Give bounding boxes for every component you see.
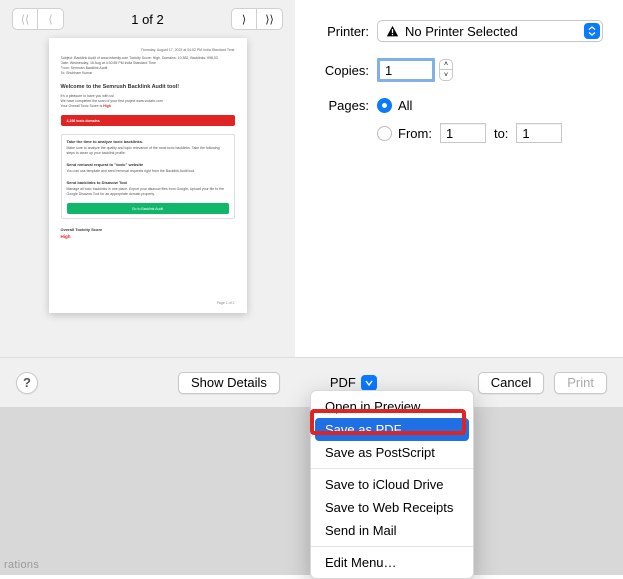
last-page-button[interactable]: ⟩⟩ (257, 8, 283, 30)
copies-label: Copies: (295, 63, 377, 78)
pdf-context-menu: Open in Preview Save as PDF Save as Post… (310, 390, 474, 579)
pages-to-input[interactable] (516, 123, 562, 143)
printer-dropdown[interactable]: No Printer Selected (377, 20, 603, 42)
stepper-down-icon[interactable]: ˅ (440, 70, 452, 80)
page-indicator: 1 of 2 (131, 12, 164, 27)
first-page-button[interactable]: ⟨⟨ (12, 8, 38, 30)
pages-all-label: All (398, 98, 412, 113)
pages-to-label: to: (494, 126, 508, 141)
pdf-menu-caret-icon[interactable] (361, 375, 377, 391)
menu-send-in-mail[interactable]: Send in Mail (311, 519, 473, 542)
menu-save-as-postscript[interactable]: Save as PostScript (311, 441, 473, 464)
document-thumbnail: Thursday, August 17, 2023 at 04:52 PM In… (49, 38, 247, 313)
copies-stepper[interactable]: ˄ ˅ (439, 59, 453, 81)
stepper-up-icon[interactable]: ˄ (440, 60, 452, 70)
menu-open-in-preview[interactable]: Open in Preview (311, 395, 473, 418)
pages-from-radio[interactable] (377, 126, 392, 141)
printer-label: Printer: (295, 24, 377, 39)
pages-label: Pages: (295, 98, 377, 113)
print-settings-pane: Printer: No Printer Selected Copies: ˄ ˅… (295, 0, 623, 407)
help-button[interactable]: ? (16, 372, 38, 394)
menu-save-to-web-receipts[interactable]: Save to Web Receipts (311, 496, 473, 519)
cancel-button[interactable]: Cancel (478, 372, 544, 394)
print-button[interactable]: Print (554, 372, 607, 394)
menu-edit-menu[interactable]: Edit Menu… (311, 551, 473, 574)
prev-page-button[interactable]: ⟨ (38, 8, 64, 30)
preview-topbar: ⟨⟨ ⟨ 1 of 2 ⟩ ⟩⟩ (0, 0, 295, 38)
pages-from-label: From: (398, 126, 432, 141)
copies-input[interactable] (377, 58, 435, 82)
menu-save-to-icloud[interactable]: Save to iCloud Drive (311, 473, 473, 496)
menu-save-as-pdf[interactable]: Save as PDF (315, 418, 469, 441)
pages-from-input[interactable] (440, 123, 486, 143)
pdf-menu-label[interactable]: PDF (330, 375, 356, 390)
pages-all-radio[interactable] (377, 98, 392, 113)
dropdown-caret-icon (584, 23, 600, 39)
warning-icon (386, 25, 399, 38)
preview-pane: ⟨⟨ ⟨ 1 of 2 ⟩ ⟩⟩ Thursday, August 17, 20… (0, 0, 295, 407)
menu-separator (311, 546, 473, 547)
next-page-button[interactable]: ⟩ (231, 8, 257, 30)
menu-separator (311, 468, 473, 469)
printer-value: No Printer Selected (405, 24, 518, 39)
corner-text: rations (4, 559, 39, 571)
show-details-button[interactable]: Show Details (178, 372, 280, 394)
